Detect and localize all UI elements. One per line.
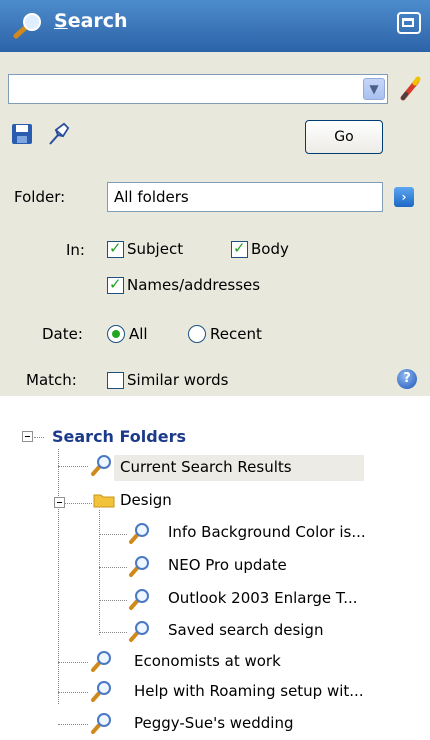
search-folder-icon (91, 651, 111, 672)
pane-title: Search (54, 10, 128, 32)
date-all-radio[interactable] (107, 325, 125, 343)
names-addresses-checkbox[interactable] (107, 275, 124, 294)
arrow-right-icon[interactable]: › (394, 187, 414, 207)
collapse-root-icon[interactable] (22, 431, 33, 442)
tree-item-design-child[interactable]: Outlook 2003 Enlarge T... (168, 589, 358, 607)
go-button[interactable]: Go (305, 120, 383, 154)
tree-item-design[interactable]: Design (120, 491, 172, 509)
similar-words-label: Similar words (127, 371, 229, 389)
subject-label: Subject (127, 240, 184, 258)
search-folder-icon (129, 523, 149, 544)
in-label: In: (66, 241, 85, 259)
folder-icon (93, 494, 115, 508)
collapse-design-icon[interactable] (54, 497, 65, 508)
subject-checkbox[interactable] (107, 239, 124, 258)
date-label: Date: (42, 325, 83, 343)
tree-root-search-folders[interactable]: Search Folders (52, 427, 186, 446)
date-all-label: All (129, 325, 148, 343)
search-query-combobox[interactable]: ▼ (8, 74, 388, 104)
tree-item-design-child[interactable]: Saved search design (168, 621, 323, 639)
similar-words-checkbox[interactable] (107, 372, 124, 389)
search-folder-icon (129, 589, 149, 610)
search-folder-icon (91, 455, 111, 476)
help-icon[interactable]: ? (397, 369, 417, 389)
folder-label: Folder: (14, 188, 66, 206)
chevron-down-icon[interactable]: ▼ (363, 78, 385, 100)
tree-item-search-folder[interactable]: Economists at work (134, 652, 281, 670)
tree-item-design-child[interactable]: NEO Pro update (168, 556, 287, 574)
date-recent-label: Recent (210, 325, 262, 343)
search-folder-icon (129, 556, 149, 577)
match-label: Match: (26, 371, 77, 389)
pencil-icon[interactable] (398, 76, 422, 102)
search-folder-icon (91, 681, 111, 702)
save-icon[interactable] (10, 122, 34, 146)
tree-item-search-folder[interactable]: Help with Roaming setup wit... (134, 682, 364, 700)
search-folder-icon (91, 713, 111, 734)
pin-icon[interactable] (46, 120, 74, 148)
body-label: Body (251, 240, 289, 258)
search-header-icon (13, 13, 41, 39)
body-checkbox[interactable] (231, 239, 248, 258)
date-recent-radio[interactable] (188, 325, 206, 343)
search-folder-icon (129, 621, 149, 642)
maximize-icon[interactable] (397, 12, 421, 34)
tree-item-design-child[interactable]: Info Background Color is... (168, 523, 366, 541)
search-pane-header: Search (0, 0, 430, 52)
tree-item-search-folder[interactable]: Peggy-Sue's wedding (134, 714, 294, 732)
names-addresses-label: Names/addresses (127, 276, 261, 294)
folder-field[interactable]: All folders (107, 182, 383, 212)
tree-item-current-search-results[interactable]: Current Search Results (114, 455, 364, 481)
